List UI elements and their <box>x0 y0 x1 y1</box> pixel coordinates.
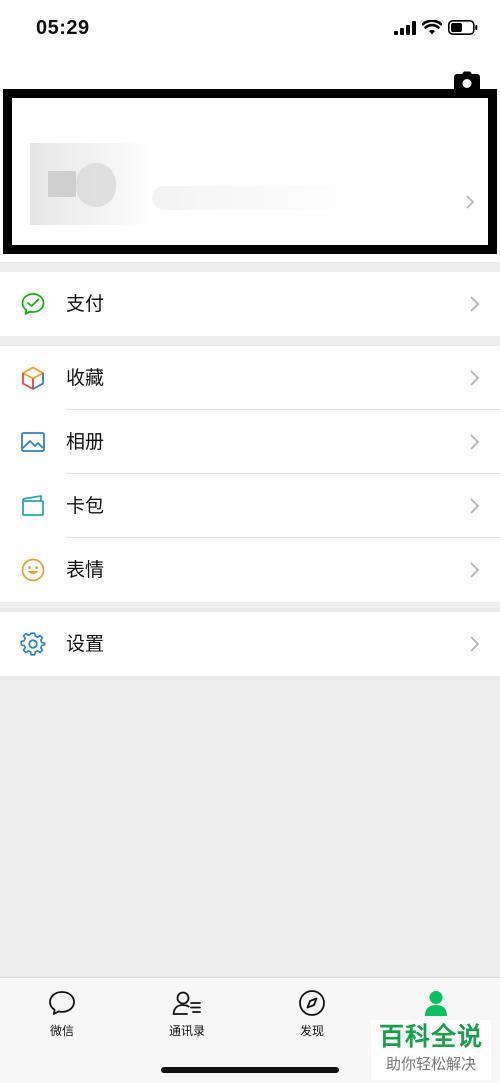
menu-item-label: 相册 <box>66 431 105 453</box>
settings-gear-icon <box>20 631 46 657</box>
chat-bubble-icon <box>47 988 77 1018</box>
menu-item-settings[interactable]: 设置 <box>0 612 500 676</box>
home-indicator <box>161 1067 339 1073</box>
profile-name-redacted <box>152 186 362 210</box>
menu-item-label: 收藏 <box>66 367 105 389</box>
status-time: 05:29 <box>36 17 90 39</box>
tab-contacts[interactable]: 通讯录 <box>142 988 232 1048</box>
tab-discover[interactable]: 发现 <box>267 988 357 1048</box>
watermark: 百科全说 助你轻松解决 <box>371 1020 491 1080</box>
album-icon <box>20 429 46 455</box>
menu-group-settings: 设置 <box>0 612 500 676</box>
chevron-right-icon <box>468 369 480 387</box>
chevron-right-icon <box>468 561 480 579</box>
watermark-subtitle: 助你轻松解决 <box>385 1055 476 1073</box>
profile-header <box>0 60 500 262</box>
favorites-cube-icon <box>20 365 46 391</box>
menu-item-label: 支付 <box>66 293 105 315</box>
tab-label: 微信 <box>49 1024 74 1038</box>
menu-group-main: 收藏 相册 卡包 表情 <box>0 346 500 602</box>
tab-label: 发现 <box>299 1024 324 1038</box>
avatar <box>30 143 150 225</box>
chevron-right-icon <box>468 433 480 451</box>
menu-group-pay: 支付 <box>0 272 500 336</box>
status-bar: 05:29 <box>0 0 500 60</box>
menu-item-pay[interactable]: 支付 <box>0 272 500 336</box>
menu-item-stickers[interactable]: 表情 <box>0 538 500 602</box>
wechat-pay-icon <box>20 291 46 317</box>
watermark-title: 百科全说 <box>378 1022 483 1051</box>
sticker-smile-icon <box>20 557 46 583</box>
profile-card[interactable] <box>3 89 497 254</box>
tab-chats[interactable]: 微信 <box>17 988 107 1048</box>
menu-item-card-wallet[interactable]: 卡包 <box>0 474 500 538</box>
menu-item-favorites[interactable]: 收藏 <box>0 346 500 410</box>
tab-label: 通讯录 <box>168 1024 205 1038</box>
chevron-right-icon <box>466 194 475 213</box>
menu-item-label: 卡包 <box>66 495 105 517</box>
me-person-icon <box>421 988 451 1018</box>
wifi-icon <box>421 19 443 39</box>
chevron-right-icon <box>468 295 480 313</box>
chevron-right-icon <box>468 497 480 515</box>
signal-icon <box>394 20 416 39</box>
menu-item-label: 表情 <box>66 559 105 581</box>
status-icons <box>394 19 478 39</box>
menu-item-label: 设置 <box>66 633 105 655</box>
chevron-right-icon <box>468 635 480 653</box>
compass-icon <box>297 988 327 1018</box>
card-wallet-icon <box>20 493 46 519</box>
contacts-icon <box>172 988 202 1018</box>
battery-icon <box>448 20 478 39</box>
menu-item-album[interactable]: 相册 <box>0 410 500 474</box>
